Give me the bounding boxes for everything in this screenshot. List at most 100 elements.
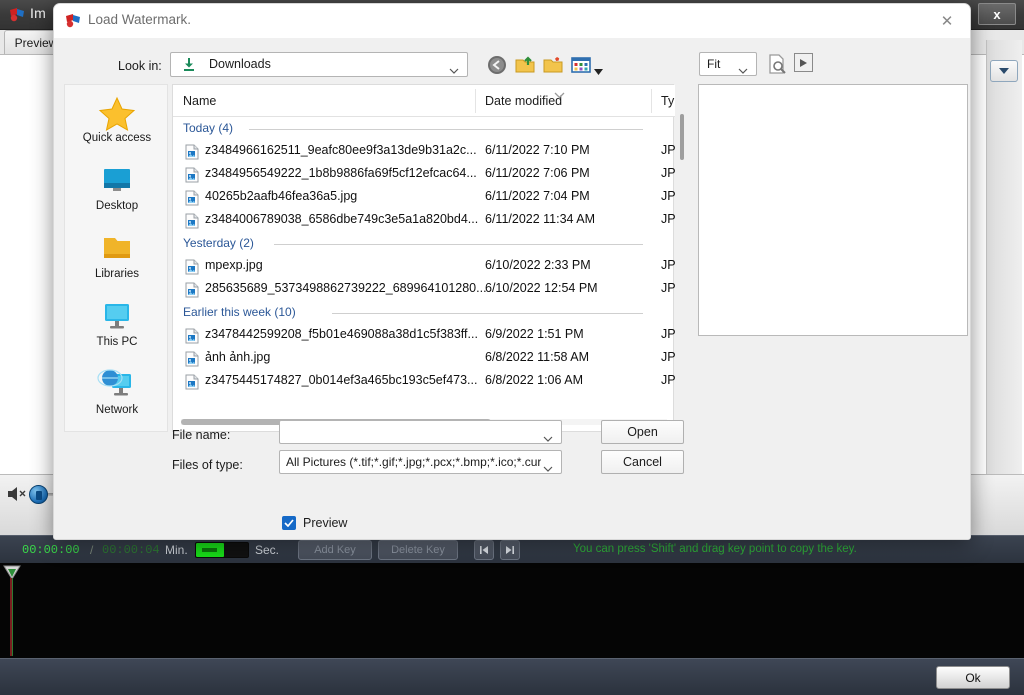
chevron-down-icon [999,68,1009,74]
file-list-vertical-scrollbar[interactable] [678,114,687,424]
new-folder-icon[interactable] [542,54,564,76]
chevron-down-icon[interactable] [594,62,603,75]
image-file-icon [185,374,199,390]
computer-icon [97,299,137,335]
sidebar-item-desktop[interactable]: Desktop [65,157,169,225]
skip-next-icon [506,546,514,554]
files-of-type-combobox[interactable]: All Pictures (*.tif;*.gif;*.jpg;*.pcx;*.… [279,450,562,474]
file-list[interactable]: Name Date modified Ty Today (4) z34849661… [172,84,675,432]
file-name-cell: 285635689_5373498862739222_689964101280.… [205,281,487,295]
table-row[interactable]: 40265b2aafb46fea36a5.jpg 6/11/2022 7:04 P… [173,186,675,209]
column-header-type[interactable]: Ty [661,94,674,108]
table-row[interactable]: z3484966162511_9eafc80ee9f3a13de9b31a2c.… [173,140,675,163]
dialog-titlebar: Load Watermark. ✕ [54,4,970,38]
look-in-value: Downloads [209,57,271,71]
file-group-divider [331,313,643,314]
preview-checkbox[interactable] [282,516,296,530]
file-date-cell: 6/9/2022 1:51 PM [485,327,584,341]
page-zoom-icon[interactable] [766,53,788,75]
image-file-icon [185,190,199,206]
skip-previous-icon [480,546,488,554]
table-row[interactable]: z3478442599208_f5b01e469088a38d1c5f383ff… [173,324,675,347]
files-of-type-value: All Pictures (*.tif;*.gif;*.jpg;*.pcx;*.… [286,455,541,469]
view-mode-icon[interactable] [570,54,592,76]
image-file-icon [185,351,199,367]
next-key-button[interactable] [500,540,520,560]
preview-checkbox-label: Preview [303,516,348,530]
previous-key-button[interactable] [474,540,494,560]
file-name-cell: z3484956549222_1b8b9886fa69f5cf12efcac64… [205,166,477,180]
app-logo-icon [8,6,26,24]
timeline-min-label: Min. [165,543,188,557]
desktop-icon [97,163,137,199]
delete-key-button[interactable]: Delete Key [378,540,458,560]
app-close-button[interactable]: x [978,3,1016,25]
table-row[interactable]: 285635689_5373498862739222_689964101280.… [173,278,675,301]
sidebar-item-quick-access[interactable]: Quick access [65,89,169,157]
dialog-body: Look in: Downloads Fit Quick access Desk… [54,38,970,539]
preview-pane [698,84,968,336]
file-group-divider [274,244,643,245]
close-icon[interactable]: ✕ [932,10,962,32]
chevron-down-icon[interactable] [543,459,553,472]
table-row[interactable]: mpexp.jpg 6/10/2022 2:33 PM JP [173,255,675,278]
scrollbar-thumb[interactable] [680,114,684,160]
places-sidebar: Quick access Desktop Libraries This PC N… [64,84,168,432]
file-name-cell: mpexp.jpg [205,258,263,272]
file-type-cell: JP [661,189,675,203]
file-group-header[interactable]: Today (4) [173,117,675,140]
add-key-button[interactable]: Add Key [298,540,372,560]
file-date-cell: 6/11/2022 11:34 AM [485,212,596,226]
file-group-header[interactable]: Yesterday (2) [173,232,675,255]
table-row[interactable]: ảnh ảnh.jpg 6/8/2022 11:58 AM JP [173,347,675,370]
file-list-header: Name Date modified Ty [173,85,675,117]
ok-button[interactable]: Ok [936,666,1010,689]
table-row[interactable]: z3484006789038_6586dbe749c3e5a1a820bd4..… [173,209,675,232]
downloads-icon [181,57,197,73]
image-file-icon [185,167,199,183]
sidebar-item-label: Network [95,404,139,416]
column-divider [475,89,476,113]
play-icon[interactable] [794,53,813,72]
file-list-rows[interactable]: Today (4) z3484966162511_9eafc80ee9f3a13d… [173,117,675,417]
scroll-up-button[interactable] [990,60,1018,82]
table-row[interactable]: z3484956549222_1b8b9886fa69f5cf12efcac64… [173,163,675,186]
back-arrow-icon[interactable] [486,54,508,76]
file-date-cell: 6/11/2022 7:06 PM [485,166,590,180]
file-date-cell: 6/8/2022 11:58 AM [485,350,590,364]
look-in-label: Look in: [118,59,162,73]
file-group-header[interactable]: Earlier this week (10) [173,301,675,324]
timeline-unit-toggle[interactable] [195,542,249,558]
file-date-cell: 6/8/2022 1:06 AM [485,373,583,387]
file-group-divider [248,129,643,130]
chevron-down-icon[interactable] [543,429,553,442]
table-row[interactable]: z3475445174827_0b014ef3a465bc193c5ef473.… [173,370,675,393]
image-file-icon [185,144,199,160]
preview-checkbox-row[interactable]: Preview [282,516,347,530]
cancel-button[interactable]: Cancel [601,450,684,474]
file-name-cell: z3484966162511_9eafc80ee9f3a13de9b31a2c.… [205,143,477,157]
zoom-mode-combobox[interactable]: Fit [699,52,757,76]
file-group-label: Yesterday (2) [183,236,254,250]
sidebar-item-network[interactable]: Network [65,361,169,429]
image-file-icon [185,213,199,229]
column-header-name[interactable]: Name [183,94,216,108]
chevron-down-icon [449,61,459,74]
zoom-mode-value: Fit [707,57,721,71]
column-header-date-modified[interactable]: Date modified [485,94,562,108]
image-file-icon [185,259,199,275]
up-folder-icon[interactable] [514,54,536,76]
open-button[interactable]: Open [601,420,684,444]
file-name-input[interactable] [279,420,562,444]
speaker-mute-icon[interactable] [6,485,28,503]
screen: Im x Preview 00:00:00 / 00:00:04 Min. Se… [0,0,1024,695]
playhead-line-accent [12,578,13,656]
look-in-combobox[interactable]: Downloads [170,52,468,77]
volume-slider-knob[interactable] [29,485,48,504]
sidebar-item-label: This PC [96,336,138,348]
sidebar-item-libraries[interactable]: Libraries [65,225,169,293]
sidebar-item-this-pc[interactable]: This PC [65,293,169,361]
timeline-track-area[interactable] [0,563,1024,658]
file-type-cell: JP [661,143,675,157]
column-divider [651,89,652,113]
